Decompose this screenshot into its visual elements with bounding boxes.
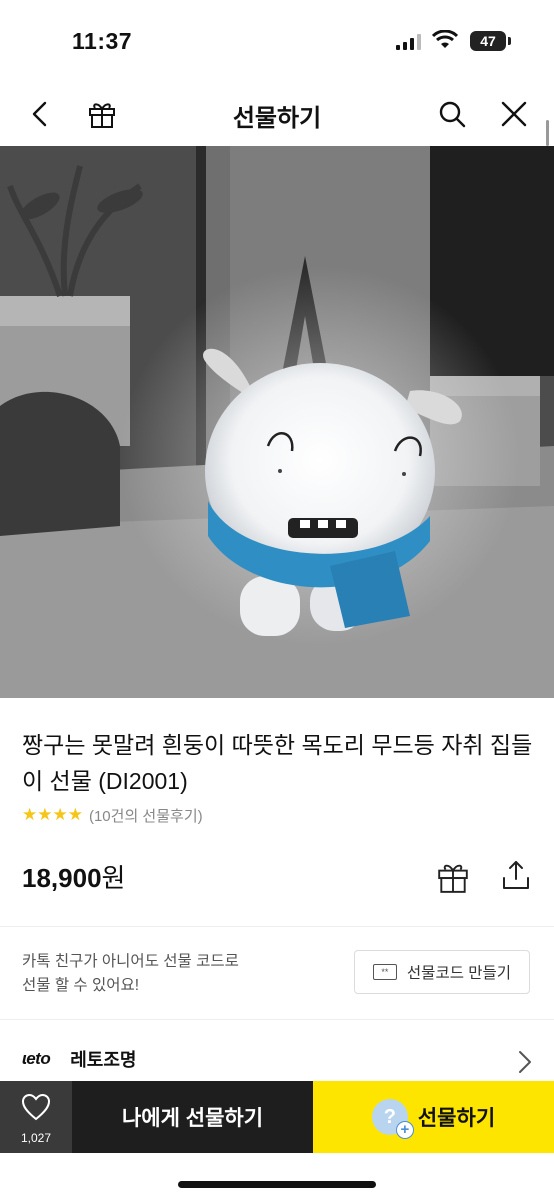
status-bar: 11:37 47	[0, 0, 554, 84]
close-icon[interactable]	[498, 98, 530, 130]
product-title: 짱구는 못말려 흰둥이 따뜻한 목도리 무드등 자취 집들이 선물 (DI200…	[22, 732, 533, 794]
home-indicator-area	[0, 1153, 554, 1200]
like-count: 1,027	[20, 1131, 52, 1145]
product-image[interactable]	[0, 146, 554, 698]
wifi-icon	[432, 30, 458, 48]
price-value: 18,900	[22, 863, 102, 893]
scrollbar[interactable]	[546, 120, 549, 146]
product-photo	[0, 146, 554, 698]
top-nav: 선물하기	[0, 84, 554, 146]
promo-line-2: 선물 할 수 있어요!	[22, 977, 140, 994]
rating-row[interactable]: ★★★★ (10건의 선물후기)	[22, 804, 203, 826]
heart-icon	[21, 1093, 51, 1121]
create-gift-code-button[interactable]: ** 선물코드 만들기	[354, 950, 530, 994]
divider	[0, 1019, 554, 1020]
share-icon[interactable]	[500, 858, 532, 892]
star-rating: ★★★★	[22, 805, 83, 824]
create-gift-code-label: 선물코드 만들기	[406, 965, 512, 982]
chevron-right-icon[interactable]	[518, 1050, 532, 1074]
status-time: 11:37	[72, 28, 133, 54]
gift-button[interactable]: ? + 선물하기	[313, 1081, 554, 1153]
gift-code-promo: 카톡 친구가 아니어도 선물 코드로 선물 할 수 있어요!	[22, 950, 322, 998]
gift-to-self-button[interactable]: 나에게 선물하기	[72, 1081, 313, 1153]
home-indicator[interactable]	[178, 1181, 376, 1188]
product-price: 18,900원	[22, 858, 125, 895]
brand-logo: ɩeto	[22, 1049, 51, 1068]
brand-row[interactable]: ɩeto 레토조명	[22, 1046, 136, 1072]
battery-indicator: 47	[470, 31, 511, 51]
friend-add-icon: ? +	[371, 1099, 414, 1139]
like-button[interactable]: 1,027	[0, 1081, 72, 1153]
divider	[0, 926, 554, 927]
promo-line-1: 카톡 친구가 아니어도 선물 코드로	[22, 953, 239, 970]
review-count[interactable]: (10건의 선물후기)	[89, 805, 203, 826]
gift-button-label: 선물하기	[417, 1107, 496, 1130]
search-icon[interactable]	[436, 98, 468, 130]
brand-name: 레토조명	[70, 1050, 137, 1070]
wish-gift-icon[interactable]	[436, 860, 470, 894]
signal-icon	[396, 34, 421, 50]
price-currency: 원	[101, 863, 126, 893]
plus-icon: +	[395, 1121, 414, 1139]
code-icon: **	[372, 964, 397, 980]
bottom-action-bar: 1,027 나에게 선물하기 ? + 선물하기	[0, 1081, 554, 1153]
page-title: 선물하기	[232, 105, 322, 132]
